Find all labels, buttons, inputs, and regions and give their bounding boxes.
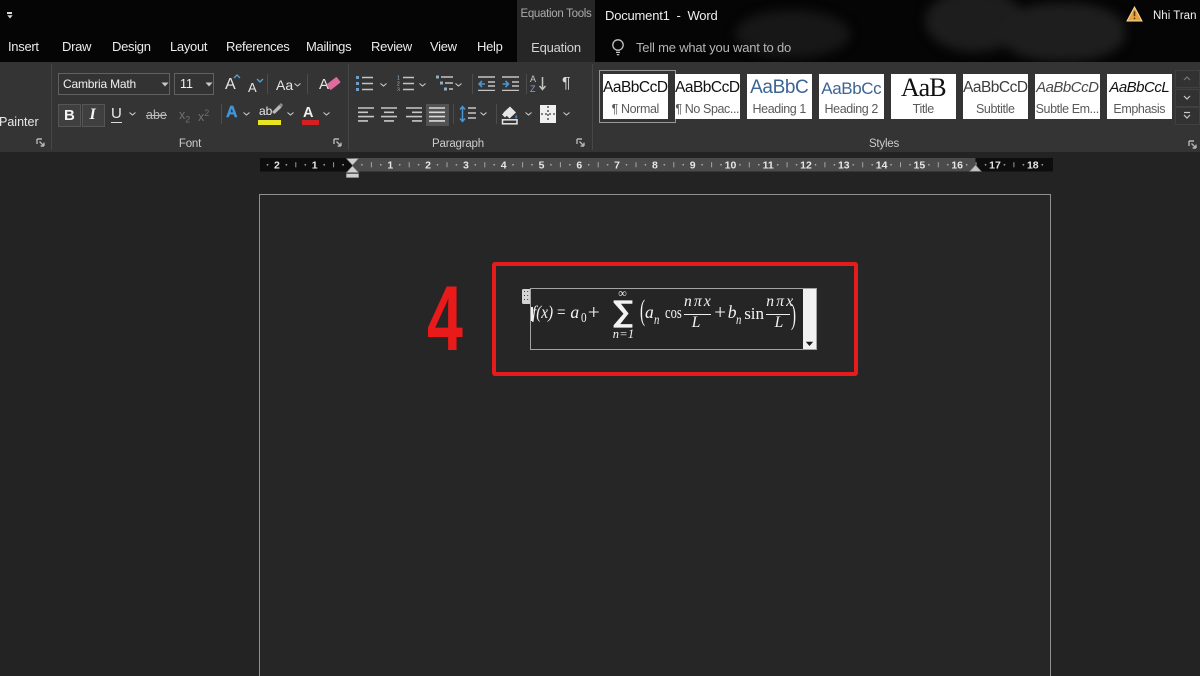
- svg-text:5: 5: [538, 159, 544, 171]
- svg-text:6: 6: [576, 159, 582, 171]
- svg-text:Z: Z: [530, 84, 536, 93]
- svg-text:10: 10: [724, 159, 736, 171]
- svg-text:16: 16: [951, 159, 963, 171]
- svg-text:1: 1: [311, 159, 317, 171]
- svg-text:3: 3: [397, 87, 400, 91]
- svg-text:13: 13: [837, 159, 849, 171]
- svg-text:1: 1: [387, 159, 393, 171]
- svg-text:17: 17: [989, 159, 1001, 171]
- svg-text:12: 12: [800, 159, 812, 171]
- svg-text:2: 2: [425, 159, 431, 171]
- svg-text:15: 15: [913, 159, 925, 171]
- svg-text:7: 7: [614, 159, 620, 171]
- svg-text:14: 14: [875, 159, 887, 171]
- svg-text:3: 3: [462, 159, 468, 171]
- svg-text:A: A: [530, 74, 536, 84]
- svg-text:4: 4: [500, 159, 506, 171]
- svg-text:18: 18: [1026, 159, 1038, 171]
- svg-text:11: 11: [762, 159, 773, 171]
- svg-text:8: 8: [651, 159, 657, 171]
- svg-text:9: 9: [689, 159, 695, 171]
- svg-text:2: 2: [273, 159, 279, 171]
